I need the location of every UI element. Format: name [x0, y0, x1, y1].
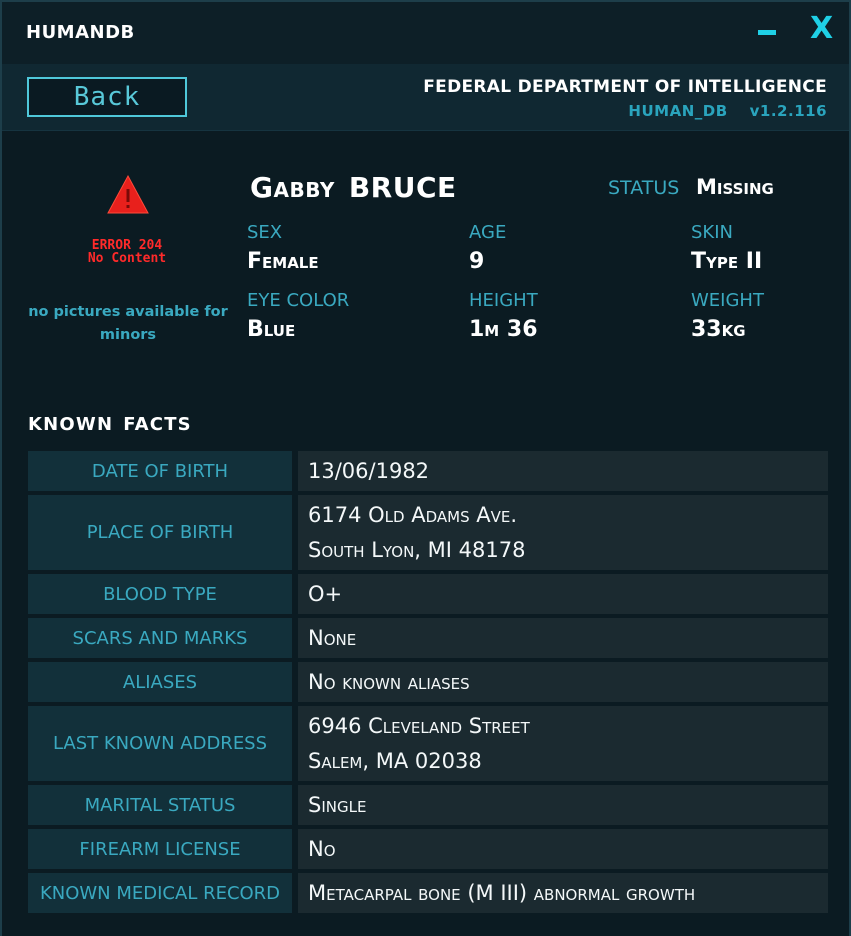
age-label: AGE — [469, 222, 507, 243]
facts-title-word-2: FACTS — [123, 414, 192, 435]
height-label: HEIGHT — [469, 290, 538, 311]
db-name: HUMAN_DB — [628, 102, 728, 120]
known-facts-title: KNOWN FACTS — [28, 414, 202, 435]
row-value: 13/06/1982 — [298, 451, 828, 491]
value-line: Single — [308, 792, 367, 817]
minimize-icon — [758, 30, 776, 35]
close-button[interactable]: X — [810, 14, 833, 44]
value-line: No known aliases — [308, 669, 470, 694]
row-value: O+ — [298, 574, 828, 614]
value-line: None — [308, 625, 357, 650]
agency-name: FEDERAL DEPARTMENT OF INTELLIGENCE — [423, 77, 827, 97]
row-value: 6946 Cleveland Street Salem, MA 02038 — [298, 706, 828, 781]
table-row: PLACE OF BIRTH 6174 Old Adams Ave. South… — [28, 495, 828, 570]
table-row: BLOOD TYPE O+ — [28, 574, 828, 614]
value-line: 6174 Old Adams Ave. — [308, 502, 518, 527]
header: Back FEDERAL DEPARTMENT OF INTELLIGENCE … — [2, 64, 849, 131]
person-name: Gabby BRUCE — [250, 171, 457, 204]
sex-label: SEX — [247, 222, 283, 243]
weight-label: WEIGHT — [691, 290, 764, 311]
app-title: HUMANDB — [26, 22, 135, 43]
value-line: South Lyon, MI 48178 — [308, 537, 526, 562]
row-label: ALIASES — [28, 662, 292, 702]
row-label: LAST KNOWN ADDRESS — [28, 706, 292, 781]
value-line: 6946 Cleveland Street — [308, 713, 530, 738]
skin-label: SKIN — [691, 222, 734, 243]
error-message: No Content — [87, 251, 167, 266]
row-value: 6174 Old Adams Ave. South Lyon, MI 48178 — [298, 495, 828, 570]
table-row: ALIASES No known aliases — [28, 662, 828, 702]
age-value: 9 — [469, 249, 485, 274]
warning-icon — [107, 174, 149, 214]
table-row: LAST KNOWN ADDRESS 6946 Cleveland Street… — [28, 706, 828, 781]
weight-value: 33kg — [691, 317, 746, 342]
first-name: Gabby — [250, 171, 335, 204]
value-line: O+ — [308, 581, 343, 606]
row-label: FIREARM LICENSE — [28, 829, 292, 869]
row-value: Single — [298, 785, 828, 825]
table-row: KNOWN MEDICAL RECORD Metacarpal bone (M … — [28, 873, 828, 913]
row-label: BLOOD TYPE — [28, 574, 292, 614]
row-label: SCARS AND MARKS — [28, 618, 292, 658]
eye-color-value: Blue — [247, 317, 296, 342]
height-value: 1m 36 — [469, 317, 538, 342]
table-row: SCARS AND MARKS None — [28, 618, 828, 658]
no-picture-note: no pictures available for minors — [28, 304, 228, 343]
value-line: 13/06/1982 — [308, 458, 430, 483]
status-label: STATUS — [608, 177, 680, 199]
profile-panel: ERROR 204 No Content no pictures availab… — [2, 131, 849, 936]
sex-value: Female — [247, 249, 319, 274]
row-label: KNOWN MEDICAL RECORD — [28, 873, 292, 913]
skin-value: Type II — [691, 249, 763, 274]
value-line: Salem, MA 02038 — [308, 748, 482, 773]
title-bar: HUMANDB X — [2, 2, 849, 64]
last-name: BRUCE — [348, 171, 457, 204]
version-number: v1.2.116 — [749, 102, 827, 120]
row-label: PLACE OF BIRTH — [28, 495, 292, 570]
row-value: No — [298, 829, 828, 869]
humandb-window: HUMANDB X Back FEDERAL DEPARTMENT OF INT… — [0, 0, 851, 936]
eye-color-label: EYE COLOR — [247, 290, 350, 311]
value-line: Metacarpal bone (M III) abnormal growth — [308, 880, 696, 905]
row-value: No known aliases — [298, 662, 828, 702]
back-button[interactable]: Back — [27, 77, 187, 117]
value-line: No — [308, 836, 336, 861]
table-row: DATE OF BIRTH 13/06/1982 — [28, 451, 828, 491]
table-row: FIREARM LICENSE No — [28, 829, 828, 869]
status-value: Missing — [696, 175, 774, 199]
version-info: HUMAN_DB v1.2.116 — [628, 102, 827, 120]
row-label: DATE OF BIRTH — [28, 451, 292, 491]
row-value: Metacarpal bone (M III) abnormal growth — [298, 873, 828, 913]
row-value: None — [298, 618, 828, 658]
facts-title-word-1: KNOWN — [28, 414, 114, 435]
photo-error: ERROR 204 No Content — [62, 239, 192, 265]
table-row: MARITAL STATUS Single — [28, 785, 828, 825]
row-label: MARITAL STATUS — [28, 785, 292, 825]
